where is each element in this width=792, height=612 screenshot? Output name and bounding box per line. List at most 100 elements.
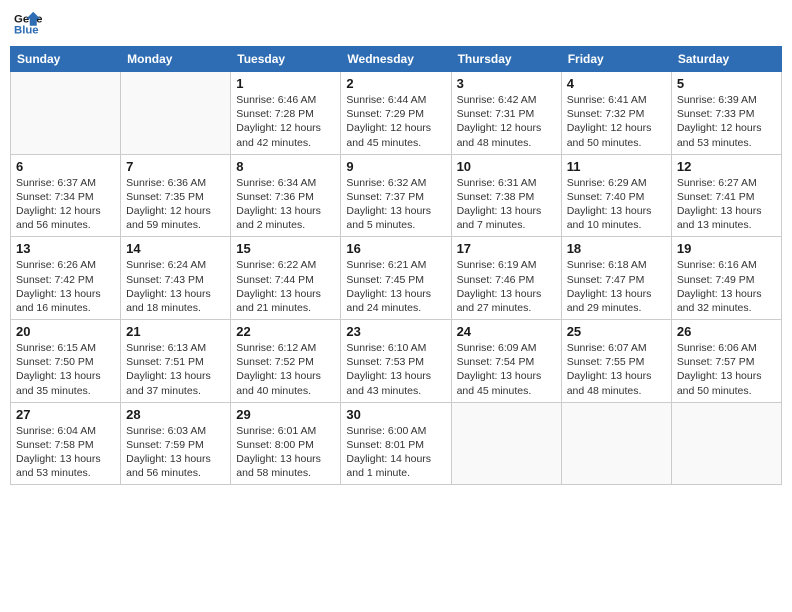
day-number: 8 [236, 159, 335, 174]
calendar-cell [11, 72, 121, 155]
day-number: 25 [567, 324, 666, 339]
day-number: 26 [677, 324, 776, 339]
calendar-body: 1Sunrise: 6:46 AMSunset: 7:28 PMDaylight… [11, 72, 782, 485]
calendar-cell: 16Sunrise: 6:21 AMSunset: 7:45 PMDayligh… [341, 237, 451, 320]
logo-icon: General Blue [14, 10, 42, 38]
calendar-week-row: 13Sunrise: 6:26 AMSunset: 7:42 PMDayligh… [11, 237, 782, 320]
weekday-header-wednesday: Wednesday [341, 47, 451, 72]
weekday-header-thursday: Thursday [451, 47, 561, 72]
day-number: 22 [236, 324, 335, 339]
day-info: Sunrise: 6:04 AMSunset: 7:58 PMDaylight:… [16, 424, 115, 481]
calendar-table: SundayMondayTuesdayWednesdayThursdayFrid… [10, 46, 782, 485]
day-number: 13 [16, 241, 115, 256]
calendar-cell: 7 Sunrise: 6:36 AMSunset: 7:35 PMDaylight… [121, 154, 231, 237]
day-info: Sunrise: 6:06 AMSunset: 7:57 PMDaylight:… [677, 341, 776, 398]
day-number: 14 [126, 241, 225, 256]
day-number: 2 [346, 76, 445, 91]
day-number: 27 [16, 407, 115, 422]
weekday-header-friday: Friday [561, 47, 671, 72]
calendar-cell: 27 Sunrise: 6:04 AMSunset: 7:58 PMDayligh… [11, 402, 121, 485]
day-info: Sunrise: 6:07 AMSunset: 7:55 PMDaylight:… [567, 341, 666, 398]
day-info: Sunrise: 6:37 AMSunset: 7:34 PMDaylight:… [16, 176, 115, 233]
day-info: Sunrise: 6:19 AMSunset: 7:46 PMDaylight:… [457, 258, 556, 315]
day-info: Sunrise: 6:18 AMSunset: 7:47 PMDaylight:… [567, 258, 666, 315]
calendar-cell: 30Sunrise: 6:00 AMSunset: 8:01 PMDayligh… [341, 402, 451, 485]
day-number: 4 [567, 76, 666, 91]
svg-text:Blue: Blue [14, 25, 39, 37]
day-number: 3 [457, 76, 556, 91]
day-info: Sunrise: 6:24 AMSunset: 7:43 PMDaylight:… [126, 258, 225, 315]
day-number: 21 [126, 324, 225, 339]
day-info: Sunrise: 6:00 AMSunset: 8:01 PMDaylight:… [346, 424, 445, 481]
calendar-cell: 23Sunrise: 6:10 AMSunset: 7:53 PMDayligh… [341, 320, 451, 403]
weekday-header-sunday: Sunday [11, 47, 121, 72]
calendar-cell: 18 Sunrise: 6:18 AMSunset: 7:47 PMDayligh… [561, 237, 671, 320]
day-number: 6 [16, 159, 115, 174]
day-number: 16 [346, 241, 445, 256]
calendar-cell: 4 Sunrise: 6:41 AMSunset: 7:32 PMDaylight… [561, 72, 671, 155]
day-number: 7 [126, 159, 225, 174]
day-info: Sunrise: 6:03 AMSunset: 7:59 PMDaylight:… [126, 424, 225, 481]
calendar-week-row: 6 Sunrise: 6:37 AMSunset: 7:34 PMDaylight… [11, 154, 782, 237]
calendar-cell: 13Sunrise: 6:26 AMSunset: 7:42 PMDayligh… [11, 237, 121, 320]
day-info: Sunrise: 6:01 AMSunset: 8:00 PMDaylight:… [236, 424, 335, 481]
day-number: 10 [457, 159, 556, 174]
day-number: 9 [346, 159, 445, 174]
calendar-cell: 2 Sunrise: 6:44 AMSunset: 7:29 PMDaylight… [341, 72, 451, 155]
logo: General Blue [14, 10, 42, 38]
day-info: Sunrise: 6:31 AMSunset: 7:38 PMDaylight:… [457, 176, 556, 233]
day-info: Sunrise: 6:46 AMSunset: 7:28 PMDaylight:… [236, 93, 335, 150]
weekday-header-monday: Monday [121, 47, 231, 72]
day-number: 19 [677, 241, 776, 256]
day-number: 24 [457, 324, 556, 339]
calendar-cell [451, 402, 561, 485]
calendar-cell: 9Sunrise: 6:32 AMSunset: 7:37 PMDaylight… [341, 154, 451, 237]
calendar-cell: 15 Sunrise: 6:22 AMSunset: 7:44 PMDayligh… [231, 237, 341, 320]
calendar-cell: 1Sunrise: 6:46 AMSunset: 7:28 PMDaylight… [231, 72, 341, 155]
page-header: General Blue [10, 10, 782, 38]
calendar-cell: 29 Sunrise: 6:01 AMSunset: 8:00 PMDayligh… [231, 402, 341, 485]
calendar-week-row: 27 Sunrise: 6:04 AMSunset: 7:58 PMDayligh… [11, 402, 782, 485]
calendar-cell: 3 Sunrise: 6:42 AMSunset: 7:31 PMDaylight… [451, 72, 561, 155]
day-number: 20 [16, 324, 115, 339]
calendar-cell [121, 72, 231, 155]
day-number: 29 [236, 407, 335, 422]
calendar-cell: 28Sunrise: 6:03 AMSunset: 7:59 PMDayligh… [121, 402, 231, 485]
calendar-cell: 12 Sunrise: 6:27 AMSunset: 7:41 PMDayligh… [671, 154, 781, 237]
calendar-cell: 5Sunrise: 6:39 AMSunset: 7:33 PMDaylight… [671, 72, 781, 155]
day-info: Sunrise: 6:36 AMSunset: 7:35 PMDaylight:… [126, 176, 225, 233]
day-number: 17 [457, 241, 556, 256]
day-number: 23 [346, 324, 445, 339]
day-info: Sunrise: 6:34 AMSunset: 7:36 PMDaylight:… [236, 176, 335, 233]
day-info: Sunrise: 6:16 AMSunset: 7:49 PMDaylight:… [677, 258, 776, 315]
day-number: 12 [677, 159, 776, 174]
calendar-cell: 21 Sunrise: 6:13 AMSunset: 7:51 PMDayligh… [121, 320, 231, 403]
calendar-header-row: SundayMondayTuesdayWednesdayThursdayFrid… [11, 47, 782, 72]
day-info: Sunrise: 6:42 AMSunset: 7:31 PMDaylight:… [457, 93, 556, 150]
calendar-week-row: 1Sunrise: 6:46 AMSunset: 7:28 PMDaylight… [11, 72, 782, 155]
calendar-cell: 6 Sunrise: 6:37 AMSunset: 7:34 PMDaylight… [11, 154, 121, 237]
calendar-cell [671, 402, 781, 485]
day-info: Sunrise: 6:15 AMSunset: 7:50 PMDaylight:… [16, 341, 115, 398]
calendar-cell: 24Sunrise: 6:09 AMSunset: 7:54 PMDayligh… [451, 320, 561, 403]
day-number: 11 [567, 159, 666, 174]
day-info: Sunrise: 6:44 AMSunset: 7:29 PMDaylight:… [346, 93, 445, 150]
day-info: Sunrise: 6:41 AMSunset: 7:32 PMDaylight:… [567, 93, 666, 150]
calendar-week-row: 20 Sunrise: 6:15 AMSunset: 7:50 PMDayligh… [11, 320, 782, 403]
day-number: 15 [236, 241, 335, 256]
calendar-cell: 8 Sunrise: 6:34 AMSunset: 7:36 PMDaylight… [231, 154, 341, 237]
calendar-cell: 10 Sunrise: 6:31 AMSunset: 7:38 PMDayligh… [451, 154, 561, 237]
day-info: Sunrise: 6:13 AMSunset: 7:51 PMDaylight:… [126, 341, 225, 398]
day-info: Sunrise: 6:27 AMSunset: 7:41 PMDaylight:… [677, 176, 776, 233]
calendar-cell: 25 Sunrise: 6:07 AMSunset: 7:55 PMDayligh… [561, 320, 671, 403]
day-number: 18 [567, 241, 666, 256]
day-info: Sunrise: 6:12 AMSunset: 7:52 PMDaylight:… [236, 341, 335, 398]
weekday-header-saturday: Saturday [671, 47, 781, 72]
calendar-cell: 19 Sunrise: 6:16 AMSunset: 7:49 PMDayligh… [671, 237, 781, 320]
svg-text:General: General [14, 13, 42, 25]
calendar-cell: 20 Sunrise: 6:15 AMSunset: 7:50 PMDayligh… [11, 320, 121, 403]
calendar-cell: 17 Sunrise: 6:19 AMSunset: 7:46 PMDayligh… [451, 237, 561, 320]
day-info: Sunrise: 6:29 AMSunset: 7:40 PMDaylight:… [567, 176, 666, 233]
day-info: Sunrise: 6:22 AMSunset: 7:44 PMDaylight:… [236, 258, 335, 315]
day-info: Sunrise: 6:39 AMSunset: 7:33 PMDaylight:… [677, 93, 776, 150]
